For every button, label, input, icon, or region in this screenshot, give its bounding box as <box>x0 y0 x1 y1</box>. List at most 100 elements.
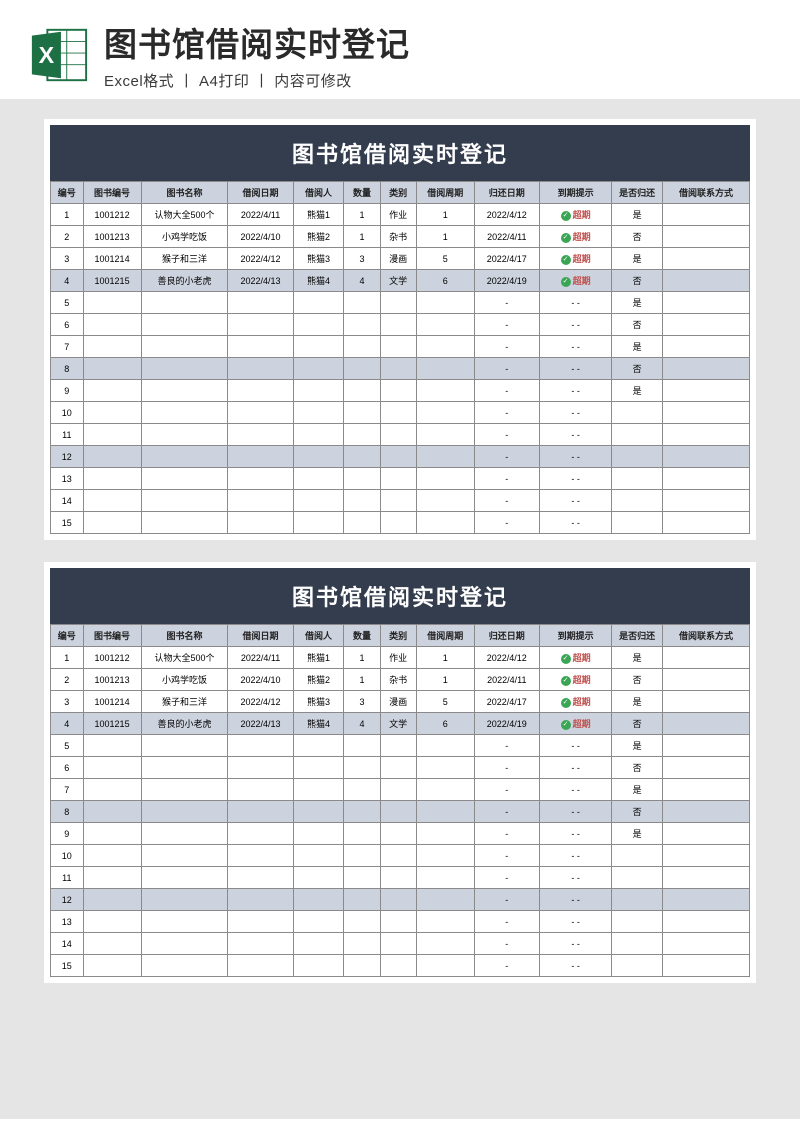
cell: 是 <box>612 647 663 669</box>
cell: 认物大全500个 <box>141 204 228 226</box>
cell <box>663 845 750 867</box>
column-header: 编号 <box>51 625 84 647</box>
cell: 2022/4/12 <box>228 248 293 270</box>
column-header: 借阅日期 <box>228 625 293 647</box>
column-header: 借阅日期 <box>228 182 293 204</box>
table-row: 13-- - <box>51 911 750 933</box>
cell <box>83 867 141 889</box>
cell: 5 <box>416 691 474 713</box>
cell <box>344 779 380 801</box>
cell: 熊猫2 <box>293 669 344 691</box>
table-row: 41001215善良的小老虎2022/4/13熊猫44文学62022/4/19✓… <box>51 713 750 735</box>
cell <box>380 911 416 933</box>
cell <box>293 801 344 823</box>
cell <box>663 358 750 380</box>
cell: - - <box>539 380 611 402</box>
cell: 熊猫2 <box>293 226 344 248</box>
cell <box>141 801 228 823</box>
cell <box>612 911 663 933</box>
table-row: 31001214猴子和三洋2022/4/12熊猫33漫画52022/4/17✓超… <box>51 691 750 713</box>
cell <box>228 889 293 911</box>
cell <box>228 314 293 336</box>
cell: - <box>474 955 539 977</box>
column-header: 图书名称 <box>141 625 228 647</box>
cell <box>416 889 474 911</box>
cell <box>228 823 293 845</box>
cell: 2022/4/11 <box>474 226 539 248</box>
check-icon: ✓ <box>561 255 571 265</box>
cell: - <box>474 867 539 889</box>
cell <box>380 823 416 845</box>
cell <box>663 446 750 468</box>
cell <box>380 468 416 490</box>
cell <box>380 292 416 314</box>
cell: - <box>474 823 539 845</box>
cell <box>83 933 141 955</box>
cell: - - <box>539 779 611 801</box>
cell: 1 <box>344 669 380 691</box>
column-header: 是否归还 <box>612 625 663 647</box>
cell: 1 <box>416 226 474 248</box>
cell: - <box>474 735 539 757</box>
cell: - <box>474 380 539 402</box>
cell: 1 <box>416 669 474 691</box>
cell: 2022/4/10 <box>228 226 293 248</box>
cell <box>344 801 380 823</box>
cell <box>416 512 474 534</box>
column-header: 借阅联系方式 <box>663 182 750 204</box>
cell <box>141 512 228 534</box>
cell <box>83 911 141 933</box>
cell: - <box>474 801 539 823</box>
cell: 2022/4/10 <box>228 669 293 691</box>
cell: 5 <box>51 292 84 314</box>
excel-icon: X <box>28 24 90 86</box>
cell: 3 <box>51 248 84 270</box>
cell: 是 <box>612 779 663 801</box>
cell <box>344 292 380 314</box>
cell: 是 <box>612 336 663 358</box>
cell: 1001213 <box>83 669 141 691</box>
cell <box>228 779 293 801</box>
cell <box>344 735 380 757</box>
cell: 10 <box>51 402 84 424</box>
cell <box>83 801 141 823</box>
header-text: 图书馆借阅实时登记 Excel格式 丨 A4打印 丨 内容可修改 <box>104 18 772 91</box>
cell: 5 <box>416 248 474 270</box>
cell <box>293 911 344 933</box>
cell <box>416 823 474 845</box>
column-header: 借阅联系方式 <box>663 625 750 647</box>
sheet-1: 图书馆借阅实时登记 编号图书编号图书名称借阅日期借阅人数量类别借阅周期归还日期到… <box>44 119 756 540</box>
column-header: 借阅周期 <box>416 625 474 647</box>
table-head: 编号图书编号图书名称借阅日期借阅人数量类别借阅周期归还日期到期提示是否归还借阅联… <box>51 182 750 204</box>
cell <box>83 358 141 380</box>
cell: 否 <box>612 669 663 691</box>
cell <box>228 911 293 933</box>
cell <box>141 779 228 801</box>
table-row: 14-- - <box>51 490 750 512</box>
cell <box>663 801 750 823</box>
cell <box>612 933 663 955</box>
cell: - <box>474 446 539 468</box>
cell <box>293 933 344 955</box>
cell <box>228 933 293 955</box>
cell: 12 <box>51 889 84 911</box>
cell <box>612 446 663 468</box>
cell <box>663 424 750 446</box>
cell <box>663 270 750 292</box>
check-icon: ✓ <box>561 211 571 221</box>
cell <box>380 512 416 534</box>
column-header: 借阅人 <box>293 182 344 204</box>
cell <box>663 336 750 358</box>
cell <box>416 757 474 779</box>
cell <box>344 955 380 977</box>
check-icon: ✓ <box>561 720 571 730</box>
cell <box>663 292 750 314</box>
cell: ✓超期 <box>539 226 611 248</box>
cell: 2 <box>51 226 84 248</box>
cell <box>416 490 474 512</box>
cell <box>380 779 416 801</box>
cell <box>141 490 228 512</box>
check-icon: ✓ <box>561 698 571 708</box>
cell <box>344 889 380 911</box>
cell: 2022/4/17 <box>474 248 539 270</box>
